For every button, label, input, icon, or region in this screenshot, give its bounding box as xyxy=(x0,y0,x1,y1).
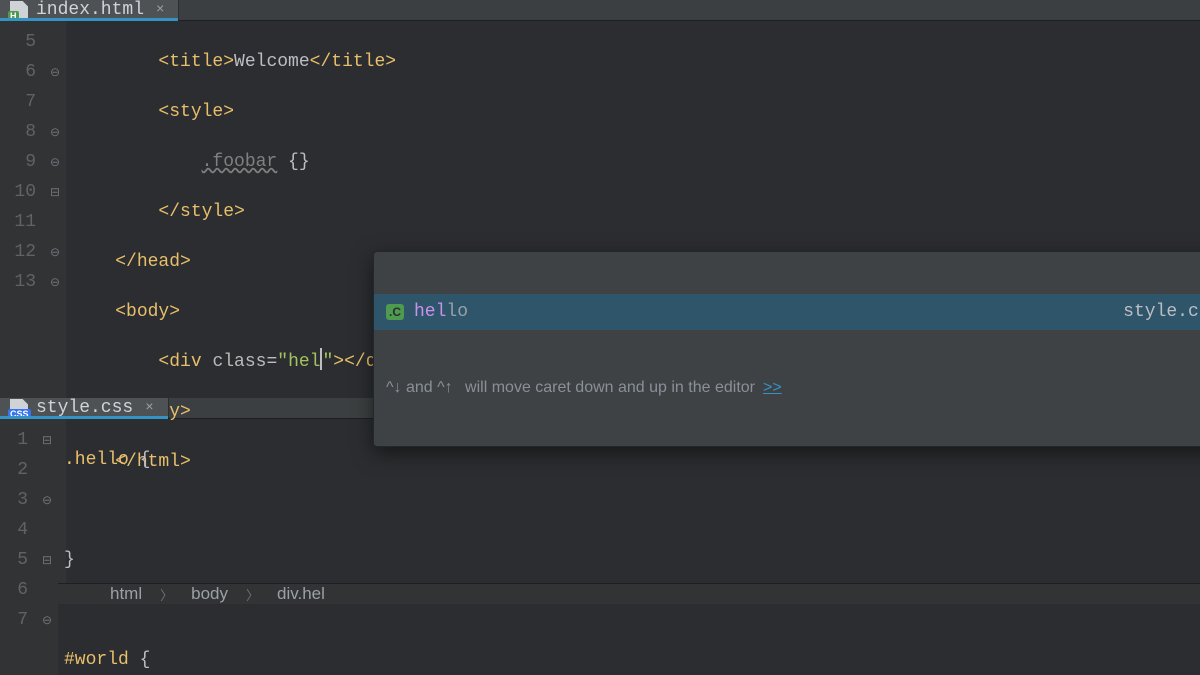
fold-gutter: ⊟ ⊖ ⊟ ⊖ xyxy=(36,419,58,675)
fold-marker[interactable] xyxy=(36,575,58,605)
fold-marker[interactable]: ⊟ xyxy=(36,425,58,455)
fold-marker[interactable]: ⊖ xyxy=(44,267,66,297)
tab-label: index.html xyxy=(36,0,144,20)
css-class-icon: .C xyxy=(386,304,404,320)
completion-hint: ^↓ and ^↑ will move caret down and up in… xyxy=(374,372,1200,404)
line-number: 10 xyxy=(0,177,36,207)
code-line[interactable]: .hello { xyxy=(64,445,1200,475)
line-number: 1 xyxy=(0,425,28,455)
fold-marker[interactable]: ⊟ xyxy=(44,177,66,207)
line-number: 5 xyxy=(0,27,36,57)
line-number: 12 xyxy=(0,237,36,267)
fold-marker[interactable] xyxy=(36,455,58,485)
hint-text: will move caret down and up in the edito… xyxy=(465,379,755,397)
line-number: 5 xyxy=(0,545,28,575)
css-file-icon: CSS xyxy=(10,399,28,417)
fold-marker[interactable]: ⊖ xyxy=(36,485,58,515)
tabbar-html: H index.html × xyxy=(0,0,1200,21)
fold-marker[interactable]: ⊖ xyxy=(44,147,66,177)
code-line[interactable] xyxy=(64,495,1200,525)
fold-marker[interactable] xyxy=(36,515,58,545)
fold-marker[interactable]: ⊖ xyxy=(44,117,66,147)
completion-item-hello[interactable]: .C hello style.css:1 xyxy=(374,294,1200,330)
completion-rest: lo xyxy=(446,302,468,322)
line-number: 4 xyxy=(0,515,28,545)
line-number: 7 xyxy=(0,605,28,635)
code-line[interactable]: .foobar {} xyxy=(72,147,1200,177)
tab-style-css[interactable]: CSS style.css × xyxy=(0,398,169,418)
line-number: 6 xyxy=(0,575,28,605)
completion-origin: style.css:1 xyxy=(1123,302,1200,322)
editor-body-css[interactable]: 1 2 3 4 5 6 7 ⊟ ⊖ ⊟ ⊖ .hello { } #world … xyxy=(0,419,1200,675)
line-number: 3 xyxy=(0,485,28,515)
line-number: 11 xyxy=(0,207,36,237)
completion-match: hel xyxy=(414,302,446,322)
fold-marker[interactable]: ⊖ xyxy=(36,605,58,635)
line-number: 13 xyxy=(0,267,36,297)
code-line[interactable]: #world { xyxy=(64,645,1200,675)
tab-index-html[interactable]: H index.html × xyxy=(0,0,179,20)
line-number: 7 xyxy=(0,87,36,117)
line-gutter: 1 2 3 4 5 6 7 xyxy=(0,419,36,675)
hint-shortcut: ^↓ and ^↑ xyxy=(386,379,457,397)
close-icon[interactable]: × xyxy=(156,2,164,18)
fold-marker[interactable] xyxy=(44,207,66,237)
line-number: 8 xyxy=(0,117,36,147)
fold-marker[interactable] xyxy=(44,87,66,117)
line-number: 2 xyxy=(0,455,28,485)
completion-popup: .C hello style.css:1 ^↓ and ^↑ will move… xyxy=(373,251,1200,447)
editor-pane-html: H index.html × 5 6 7 8 9 10 11 12 13 ⊖ ⊖… xyxy=(0,0,1200,398)
line-number: 9 xyxy=(0,147,36,177)
code-line[interactable]: <style> xyxy=(72,97,1200,127)
fold-marker[interactable] xyxy=(44,27,66,57)
hint-more-link[interactable]: >> xyxy=(763,379,782,397)
code-line[interactable]: </style> xyxy=(72,197,1200,227)
fold-marker[interactable]: ⊖ xyxy=(44,237,66,267)
code-line[interactable]: <title>Welcome</title> xyxy=(72,47,1200,77)
fold-marker[interactable]: ⊖ xyxy=(44,57,66,87)
line-number: 6 xyxy=(0,57,36,87)
code-line[interactable] xyxy=(64,595,1200,625)
code-area-css[interactable]: .hello { } #world { } xyxy=(58,419,1200,675)
html-file-icon: H xyxy=(10,1,28,19)
close-icon[interactable]: × xyxy=(145,400,153,416)
fold-marker[interactable]: ⊟ xyxy=(36,545,58,575)
tab-label: style.css xyxy=(36,398,133,418)
code-line[interactable]: } xyxy=(64,545,1200,575)
